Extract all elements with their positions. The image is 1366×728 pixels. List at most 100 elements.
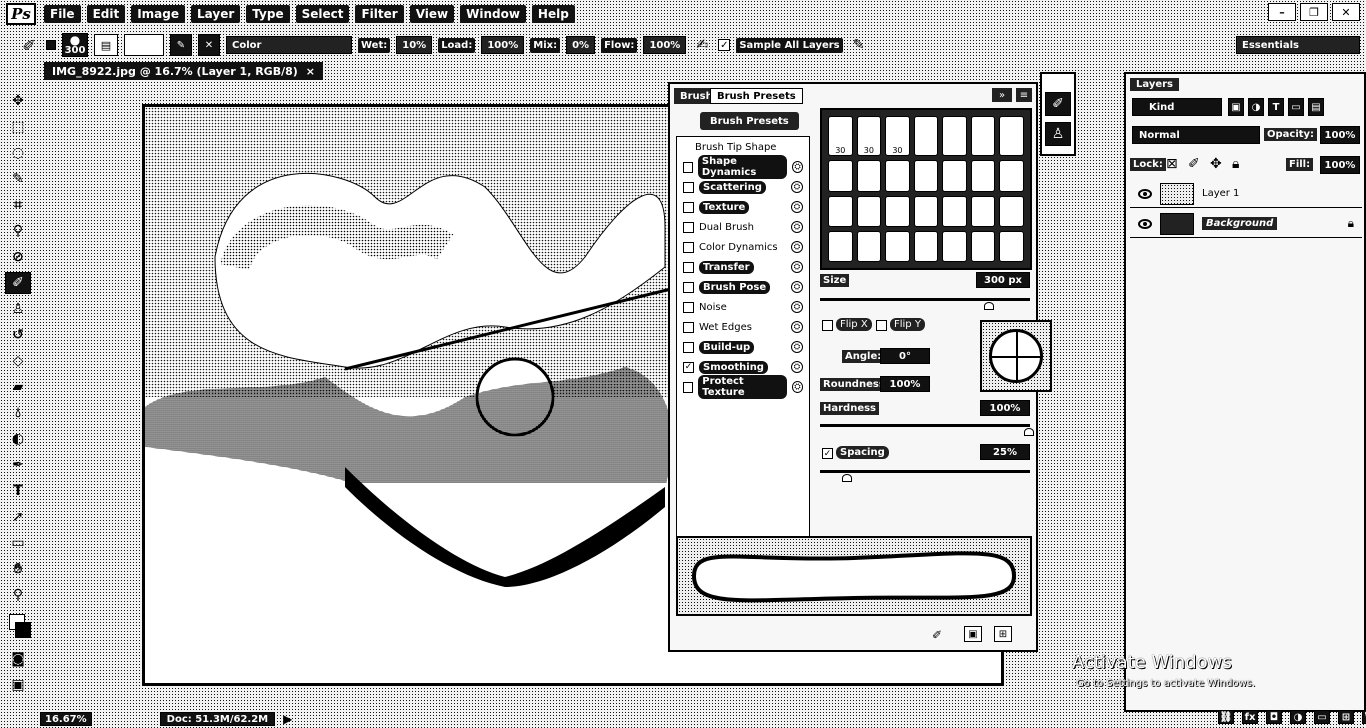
lock-pixels-icon[interactable]: ✐: [1188, 156, 1200, 172]
screen-mode-icon[interactable]: ▣: [5, 674, 31, 696]
mix-input[interactable]: 0%: [566, 36, 596, 54]
flip-x-checkbox[interactable]: [822, 320, 833, 331]
brush-tip-preset[interactable]: [885, 195, 910, 227]
menu-image[interactable]: Image: [131, 5, 185, 23]
fill-input[interactable]: 100%: [1320, 156, 1360, 174]
brush-tip-preset[interactable]: [942, 160, 967, 192]
mode-dropdown[interactable]: Color: [226, 36, 352, 54]
shape-tool-icon[interactable]: ▭: [5, 532, 31, 554]
visibility-eye-icon[interactable]: [1138, 218, 1152, 229]
filter-adjustment-icon[interactable]: ◑: [1248, 98, 1264, 116]
minimize-button[interactable]: –: [1268, 3, 1296, 21]
blend-mode-dropdown[interactable]: Normal: [1132, 126, 1260, 144]
close-tab-icon[interactable]: ×: [306, 65, 315, 78]
brush-tip-preset[interactable]: [913, 195, 939, 227]
toggle-live-preview-icon[interactable]: ▣: [964, 626, 982, 642]
lock-icon[interactable]: ⛭: [791, 361, 803, 373]
move-tool-icon[interactable]: ✥: [5, 90, 31, 112]
menu-window[interactable]: Window: [460, 5, 526, 23]
lock-icon[interactable]: ⛭: [791, 241, 803, 253]
brush-setting-item[interactable]: Build-up ⛭: [677, 337, 809, 357]
color-swatches[interactable]: [5, 610, 31, 644]
tab-layers[interactable]: Layers: [1130, 78, 1179, 91]
brush-setting-item[interactable]: Protect Texture ⛭: [677, 375, 809, 399]
current-paint-swatch[interactable]: [124, 34, 164, 56]
brush-tip-preset[interactable]: [970, 230, 996, 262]
dropdown-icon[interactable]: [46, 40, 56, 50]
new-brush-icon[interactable]: ⊞: [994, 626, 1012, 642]
lock-icon[interactable]: ⛭: [792, 161, 803, 173]
lock-icon[interactable]: ⛭: [791, 321, 803, 333]
lock-icon[interactable]: ⛭: [791, 201, 803, 213]
flip-y-checkbox[interactable]: [876, 320, 887, 331]
brush-tip-preset[interactable]: [942, 116, 967, 157]
filter-smart-object-icon[interactable]: ▤: [1308, 98, 1324, 116]
angle-roundness-circle-icon[interactable]: [989, 329, 1043, 383]
lock-icon[interactable]: ⛭: [791, 381, 803, 393]
brush-setting-checkbox[interactable]: [683, 321, 694, 333]
menu-type[interactable]: Type: [246, 5, 290, 23]
brush-tip-preset[interactable]: [942, 195, 967, 227]
size-slider-knob[interactable]: [984, 302, 994, 310]
brush-tip-preset[interactable]: [999, 230, 1024, 262]
spacing-input[interactable]: 25%: [980, 444, 1030, 460]
airbrush-icon[interactable]: ✍: [692, 37, 712, 53]
lock-icon[interactable]: ⛭: [791, 281, 803, 293]
spacing-slider[interactable]: [820, 470, 1030, 473]
menu-filter[interactable]: Filter: [355, 5, 404, 23]
brush-presets-button[interactable]: Brush Presets: [700, 112, 799, 130]
load-brush-icon[interactable]: ✎: [170, 34, 192, 56]
brush-tip-preset[interactable]: [828, 160, 853, 192]
mixer-brush-icon[interactable]: ✐: [18, 34, 40, 56]
brush-setting-checkbox[interactable]: [683, 221, 694, 233]
angle-input[interactable]: 0°: [880, 348, 930, 364]
brush-tip-preset[interactable]: [913, 230, 939, 262]
pressure-icon[interactable]: ✎: [849, 37, 869, 53]
type-tool-icon[interactable]: T: [5, 480, 31, 502]
hardness-slider[interactable]: [820, 424, 1030, 427]
brush-setting-item[interactable]: Scattering ⛭: [677, 177, 809, 197]
brush-tip-preset[interactable]: [828, 230, 853, 262]
brush-setting-checkbox[interactable]: [683, 381, 694, 393]
brush-setting-checkbox[interactable]: [683, 241, 694, 253]
lock-all-icon[interactable]: 🔒︎: [1232, 156, 1239, 172]
layer-row-background[interactable]: Background 🔒︎: [1130, 210, 1362, 238]
opacity-input[interactable]: 100%: [1320, 126, 1360, 144]
brush-setting-item[interactable]: Noise ⛭: [677, 297, 809, 317]
menu-file[interactable]: File: [44, 5, 81, 23]
brush-setting-item[interactable]: Transfer ⛭: [677, 257, 809, 277]
size-input[interactable]: 300 px: [976, 272, 1030, 288]
stamp-tool-icon[interactable]: ♙: [5, 298, 31, 320]
brush-tip-preset[interactable]: [856, 230, 882, 262]
size-slider[interactable]: [820, 298, 1030, 301]
lock-icon[interactable]: ⛭: [791, 221, 803, 233]
quick-mask-icon[interactable]: ◙: [5, 648, 31, 670]
brush-tip-preset[interactable]: 30: [885, 116, 910, 157]
lock-icon[interactable]: ⛭: [791, 341, 803, 353]
panel-collapse-icon[interactable]: »: [992, 88, 1012, 102]
filter-kind-dropdown[interactable]: Kind: [1132, 98, 1222, 116]
layer-row-layer-1[interactable]: Layer 1: [1130, 180, 1362, 208]
brush-setting-checkbox[interactable]: [683, 281, 694, 293]
brush-setting-item[interactable]: Color Dynamics ⛭: [677, 237, 809, 257]
dodge-tool-icon[interactable]: ◐: [5, 428, 31, 450]
workspace-switcher[interactable]: Essentials: [1236, 36, 1360, 54]
brush-tip-preset[interactable]: [999, 160, 1024, 192]
brush-panel-toggle-icon[interactable]: ▤: [94, 34, 118, 56]
path-select-tool-icon[interactable]: ➚: [5, 506, 31, 528]
brush-tip-preset[interactable]: 30: [828, 116, 853, 157]
background-color-swatch[interactable]: [15, 622, 31, 638]
hardness-slider-knob[interactable]: [1024, 428, 1034, 436]
brush-tip-preset[interactable]: [970, 116, 996, 157]
brush-tip-preset[interactable]: [856, 195, 882, 227]
menu-layer[interactable]: Layer: [191, 5, 241, 23]
layer-style-icon[interactable]: fx: [1242, 710, 1258, 724]
brush-setting-checkbox[interactable]: ✓: [683, 361, 694, 373]
menu-select[interactable]: Select: [295, 5, 350, 23]
lock-transparency-icon[interactable]: ⊠: [1166, 156, 1178, 172]
brush-tip-preset[interactable]: [856, 160, 882, 192]
lasso-tool-icon[interactable]: ◌: [5, 142, 31, 164]
brush-setting-checkbox[interactable]: [683, 201, 694, 213]
filter-pixel-icon[interactable]: ▣: [1228, 98, 1244, 116]
load-input[interactable]: 100%: [481, 36, 525, 54]
